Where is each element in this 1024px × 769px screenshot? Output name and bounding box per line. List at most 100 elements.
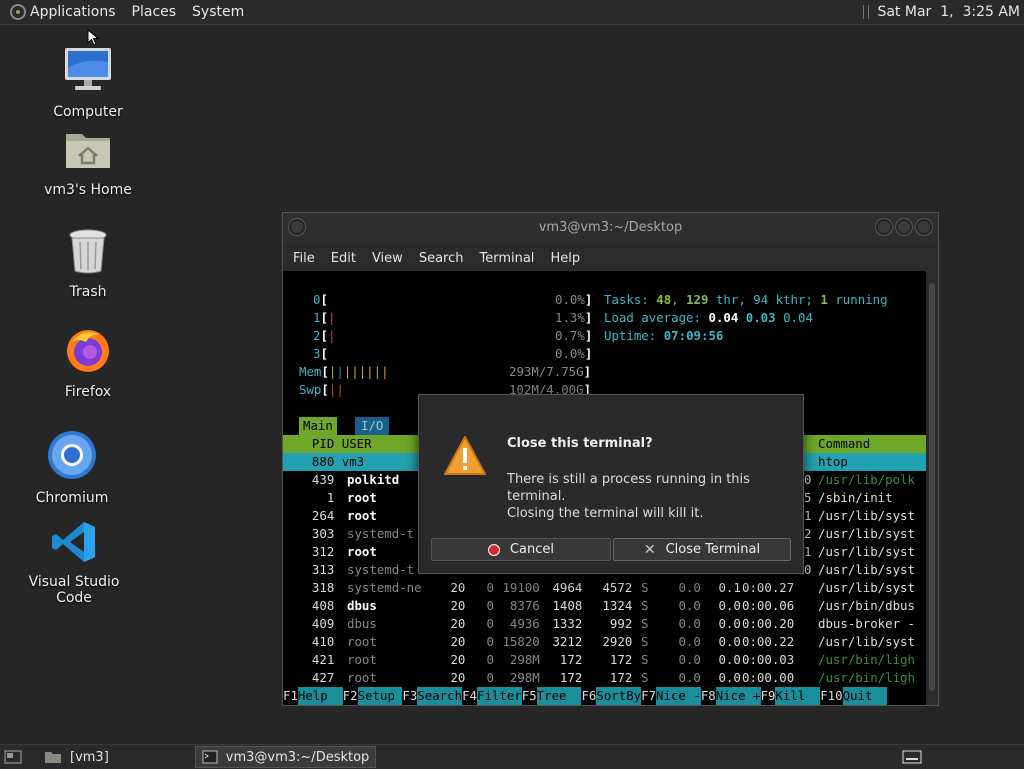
cell-user: systemd-t — [347, 562, 415, 577]
menu-applications[interactable]: Applications — [26, 0, 124, 24]
keyboard-icon[interactable] — [902, 750, 922, 764]
maximize-button[interactable] — [896, 219, 912, 235]
load-average-line: Load average: 0.04 0.03 0.04 — [604, 310, 813, 325]
dialog-title: Close this terminal? — [507, 436, 653, 451]
cell-command: /usr/lib/syst — [818, 634, 915, 649]
cell-res: 172 — [545, 652, 583, 667]
fkey-label-f8[interactable]: Nice + — [715, 687, 761, 705]
cpu-meter-0: 0[ — [313, 292, 328, 307]
tasks-line: Tasks: 48, 129 thr, 94 kthr; 1 running — [604, 292, 888, 307]
clock[interactable]: Sat Mar 1, 3:25 AM — [877, 4, 1020, 20]
menu-terminal[interactable]: Terminal — [471, 251, 542, 266]
fkey-label-f6[interactable]: SortBy — [596, 687, 642, 705]
taskbar-item-vm3[interactable]: [vm3] — [38, 746, 115, 768]
cell-shr: 172 — [595, 670, 633, 685]
header-pid-user[interactable]: PID USER — [297, 435, 372, 453]
close-terminal-button-label: Close Terminal — [665, 542, 761, 557]
cell-virt: 15820 — [495, 634, 540, 649]
cell-pri: 20 — [443, 652, 466, 667]
tab-main[interactable]: Main — [299, 417, 337, 435]
fkey-label-f7[interactable]: Nice - — [656, 687, 701, 705]
cell-command: /usr/bin/dbus — [818, 598, 915, 613]
dialog-message: There is still a process running in this… — [507, 471, 797, 522]
clock-area: Sat Mar 1, 3:25 AM — [863, 0, 1020, 24]
taskbar-item-terminal[interactable]: vm3@vm3:~/Desktop — [194, 746, 377, 768]
close-window-button[interactable] — [916, 219, 932, 235]
menu-search[interactable]: Search — [411, 251, 472, 266]
cell-ni: 0 — [479, 616, 494, 631]
cell-res: 1332 — [545, 616, 583, 631]
cell-cpu-tail: 0 — [804, 562, 812, 577]
menu-edit[interactable]: Edit — [323, 251, 364, 266]
vscode-icon — [52, 522, 95, 562]
minimize-button[interactable] — [876, 219, 892, 235]
cell-user: root — [347, 634, 377, 649]
cell-virt: 298M — [495, 670, 540, 685]
table-row[interactable]: 410 root 20 0 15820 3212 2920 S 0.0 0.0 0:0… — [283, 633, 926, 651]
fkey-f7: F7 — [641, 688, 657, 703]
applications-logo-icon[interactable] — [10, 4, 26, 20]
terminal-menubar: File Edit View Search Terminal Help — [283, 243, 938, 273]
fkey-f1: F1 — [283, 688, 298, 703]
fkey-label-f5[interactable]: Tree — [536, 687, 582, 705]
desktop-icon-label: Trash — [69, 284, 107, 300]
show-desktop-icon[interactable] — [4, 749, 22, 765]
desktop-icon-firefox[interactable]: Firefox — [28, 326, 148, 400]
table-row[interactable]: 427 root 20 0 298M 172 172 S 0.0 0.0 0:00.0… — [283, 669, 926, 687]
fkey-label-f10[interactable]: Quit — [842, 687, 888, 705]
cpu-meter-1-value: 1.3%] — [555, 310, 593, 325]
fkey-label-f1[interactable]: Help — [297, 687, 343, 705]
menu-help[interactable]: Help — [542, 251, 588, 266]
scrollbar-thumb[interactable] — [929, 283, 935, 691]
folder-icon — [45, 752, 61, 763]
fkey-label-f9[interactable]: Kill — [775, 687, 821, 705]
cell-mem: 0.1 — [711, 580, 741, 595]
fkey-label-f3[interactable]: Search — [417, 687, 463, 705]
menu-file[interactable]: File — [285, 251, 323, 266]
cpu-meter-3-value: 0.0%] — [555, 346, 593, 361]
table-row[interactable]: 421 root 20 0 298M 172 172 S 0.0 0.0 0:00.0… — [283, 651, 926, 669]
cancel-button[interactable]: Cancel — [431, 538, 611, 561]
desktop-icon-vscode[interactable]: Visual Studio Code — [14, 520, 134, 606]
cell-user: root — [347, 652, 377, 667]
cell-cpu: 0.0 — [671, 616, 701, 631]
desktop-icon-chromium[interactable]: Chromium — [12, 430, 132, 506]
menu-places[interactable]: Places — [124, 0, 185, 24]
home-folder-icon — [66, 134, 110, 168]
taskbar-item-label: vm3@vm3:~/Desktop — [225, 749, 370, 765]
cell-command: /usr/bin/ligh — [818, 670, 915, 685]
uptime-line: Uptime: 07:09:56 — [604, 328, 724, 343]
menu-view[interactable]: View — [364, 251, 411, 266]
firefox-icon — [67, 330, 109, 372]
cell-state: S — [641, 580, 649, 595]
window-menu-button[interactable] — [289, 219, 305, 235]
tab-io[interactable]: I/O — [355, 417, 390, 435]
terminal-titlebar[interactable]: vm3@vm3:~/Desktop — [283, 213, 938, 243]
fkey-f8: F8 — [700, 688, 716, 703]
cell-command: dbus-broker - — [818, 616, 915, 631]
table-row[interactable]: 318 systemd-ne 20 0 19100 4964 4572 S 0.0 … — [283, 579, 926, 597]
cpu-meter-0-value: 0.0%] — [555, 292, 593, 307]
fkey-label-f2[interactable]: Setup — [357, 687, 403, 705]
table-row[interactable]: 408 dbus 20 0 8376 1408 1324 S 0.0 0.0 0:00… — [283, 597, 926, 615]
close-terminal-button[interactable]: ✕ Close Terminal — [613, 538, 791, 561]
desktop-icon-home[interactable]: vm3's Home — [28, 126, 148, 198]
cell-cpu-tail: 1 — [804, 544, 812, 559]
table-row[interactable]: 409 dbus 20 0 4936 1332 992 S 0.0 0.0 0:00.… — [283, 615, 926, 633]
chromium-icon — [48, 431, 96, 479]
menu-system[interactable]: System — [184, 0, 252, 24]
cell-time: 0:00.22 — [742, 634, 795, 649]
cell-ni: 0 — [479, 634, 494, 649]
fkey-label-f4[interactable]: Filter — [476, 687, 522, 705]
cell-pid: 313 — [297, 562, 335, 577]
cell-res: 172 — [545, 670, 583, 685]
cell-virt: 4936 — [495, 616, 540, 631]
cell-cpu-tail: 5 — [804, 490, 812, 505]
cell-cpu: 0.0 — [671, 634, 701, 649]
cell-pid: 312 — [297, 544, 335, 559]
terminal-scrollbar[interactable] — [926, 271, 938, 705]
desktop-icon-computer[interactable]: Computer — [28, 44, 148, 120]
header-command[interactable]: Command — [818, 435, 870, 453]
cell-command: /sbin/init — [818, 490, 893, 505]
desktop-icon-trash[interactable]: Trash — [28, 228, 148, 300]
